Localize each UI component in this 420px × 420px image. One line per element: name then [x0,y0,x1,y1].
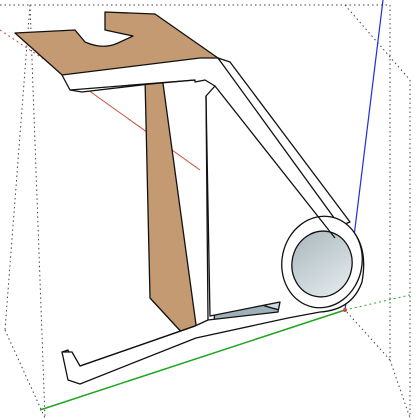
model-scene[interactable] [0,0,420,420]
bbox-edge [4,4,31,331]
bbox-edge [344,309,391,361]
extruded-profile-model[interactable] [14,11,371,385]
bbox-edge [389,359,411,419]
3d-modeling-viewport[interactable] [0,0,420,420]
left-wall-side-face [144,75,198,337]
bbox-edge [29,4,46,419]
bbox-edge [4,329,46,419]
green-axis-dotted-line [344,294,411,311]
origin-point [343,308,347,312]
